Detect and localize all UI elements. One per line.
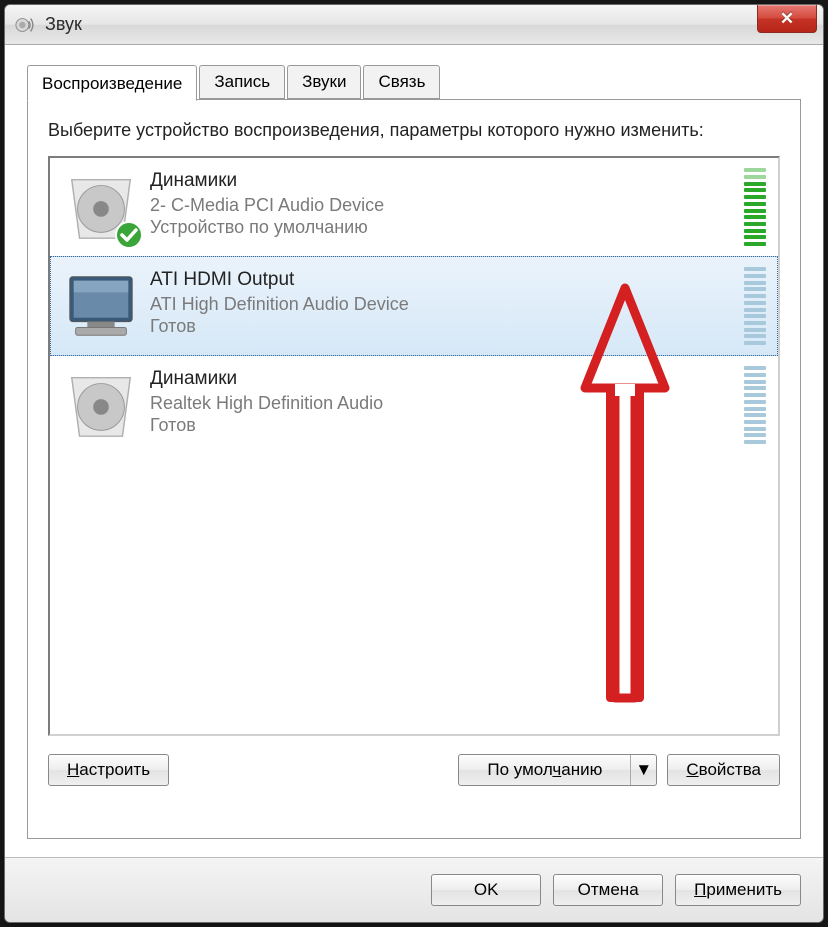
chevron-down-icon[interactable]: ▼	[630, 755, 656, 785]
device-item[interactable]: Динамики 2- C-Media PCI Audio Device Уст…	[50, 158, 778, 256]
ok-button[interactable]: OK	[431, 874, 541, 906]
dialog-footer: OK Отмена Применить	[5, 857, 823, 922]
device-item[interactable]: Динамики Realtek High Definition Audio Г…	[50, 356, 778, 454]
apply-button[interactable]: Применить	[675, 874, 801, 906]
tab-sounds[interactable]: Звуки	[287, 65, 361, 99]
tab-strip: Воспроизведение Запись Звуки Связь	[27, 65, 801, 99]
tab-panel: Выберите устройство воспроизведения, пар…	[27, 99, 801, 839]
device-name: ATI HDMI Output	[150, 269, 734, 291]
properties-button[interactable]: Свойства	[667, 754, 780, 786]
tab-recording[interactable]: Запись	[199, 65, 285, 99]
level-meter	[744, 366, 766, 444]
device-description: Realtek High Definition Audio	[150, 392, 734, 415]
device-info: ATI HDMI Output ATI High Definition Audi…	[150, 267, 734, 337]
default-badge-icon	[114, 220, 144, 250]
device-status: Готов	[150, 415, 734, 436]
instruction-text: Выберите устройство воспроизведения, пар…	[48, 118, 780, 142]
device-description: ATI High Definition Audio Device	[150, 293, 734, 316]
configure-button[interactable]: Настроить	[48, 754, 169, 786]
device-list[interactable]: Динамики 2- C-Media PCI Audio Device Уст…	[48, 156, 780, 736]
set-default-button[interactable]: По умолчанию ▼	[458, 754, 657, 786]
device-name: Динамики	[150, 170, 734, 192]
close-button[interactable]: ✕	[757, 5, 817, 33]
close-icon: ✕	[780, 9, 794, 29]
panel-buttons: Настроить По умолчанию ▼ Свойства	[48, 754, 780, 786]
device-info: Динамики 2- C-Media PCI Audio Device Уст…	[150, 168, 734, 238]
level-meter	[744, 168, 766, 246]
tab-playback[interactable]: Воспроизведение	[27, 65, 197, 101]
cancel-button[interactable]: Отмена	[553, 874, 663, 906]
monitor-icon	[62, 267, 140, 345]
app-icon	[15, 14, 37, 36]
speaker-icon	[62, 366, 140, 444]
tab-communications[interactable]: Связь	[363, 65, 440, 99]
sound-dialog: Звук ✕ Воспроизведение Запись Звуки Связ…	[4, 4, 824, 923]
level-meter	[744, 267, 766, 345]
titlebar[interactable]: Звук ✕	[5, 5, 823, 45]
device-info: Динамики Realtek High Definition Audio Г…	[150, 366, 734, 436]
device-name: Динамики	[150, 368, 734, 390]
speaker-icon	[62, 168, 140, 246]
device-description: 2- C-Media PCI Audio Device	[150, 194, 734, 217]
device-status: Готов	[150, 316, 734, 337]
device-status: Устройство по умолчанию	[150, 217, 734, 238]
dialog-body: Воспроизведение Запись Звуки Связь Выбер…	[5, 45, 823, 857]
window-title: Звук	[45, 14, 82, 35]
device-item[interactable]: ATI HDMI Output ATI High Definition Audi…	[50, 256, 778, 356]
